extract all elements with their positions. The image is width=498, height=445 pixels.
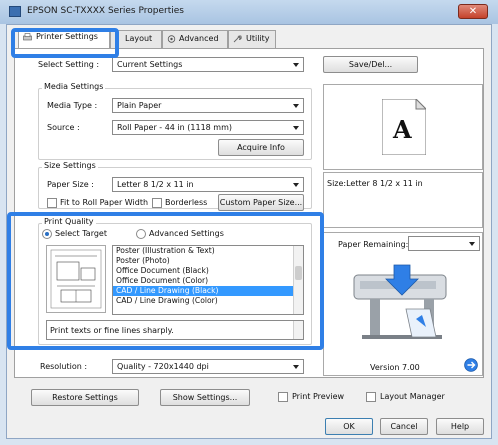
tab-label: Advanced xyxy=(179,34,219,43)
printer-icon xyxy=(9,6,21,17)
paper-size-value: Letter 8 1/2 x 11 in xyxy=(117,180,194,189)
paper-size-combo[interactable]: Letter 8 1/2 x 11 in xyxy=(112,177,304,192)
chevron-down-icon xyxy=(469,242,475,246)
select-setting-label: Select Setting : xyxy=(38,60,100,69)
print-preview-checkbox[interactable] xyxy=(278,392,288,402)
save-del-button[interactable]: Save/Del... xyxy=(323,56,418,73)
paper-remaining-combo[interactable] xyxy=(408,236,480,251)
wrench-icon xyxy=(233,35,242,43)
media-type-combo[interactable]: Plain Paper xyxy=(112,98,304,113)
fit-to-roll-checkbox[interactable] xyxy=(47,198,57,208)
properties-window: EPSON SC-TXXXX Series Properties ✕ Print… xyxy=(0,0,498,445)
restore-settings-button[interactable]: Restore Settings xyxy=(31,389,139,406)
show-settings-button[interactable]: Show Settings... xyxy=(160,389,250,406)
chevron-down-icon xyxy=(293,365,299,369)
paper-size-label: Paper Size : xyxy=(47,180,94,189)
media-preview: A xyxy=(323,84,483,170)
tab-label: Utility xyxy=(246,34,270,43)
advanced-icon xyxy=(167,35,176,43)
close-button[interactable]: ✕ xyxy=(458,4,488,19)
fit-to-roll-label: Fit to Roll Paper Width xyxy=(60,198,149,207)
version-text: Version 7.00 xyxy=(370,363,420,372)
chevron-down-icon xyxy=(293,104,299,108)
resolution-combo[interactable]: Quality - 720x1440 dpi xyxy=(112,359,304,374)
media-type-value: Plain Paper xyxy=(117,101,162,110)
chevron-down-icon xyxy=(293,126,299,130)
paper-remaining-label: Paper Remaining: xyxy=(338,240,409,249)
printer-status-panel: Paper Remaining: Version 7.00 xyxy=(323,232,483,376)
borderless-checkbox[interactable] xyxy=(152,198,162,208)
tab-highlight-frame xyxy=(11,28,119,58)
custom-paper-size-button[interactable]: Custom Paper Size... xyxy=(218,194,304,211)
size-info-text: Size:Letter 8 1/2 x 11 in xyxy=(327,179,423,188)
select-setting-combo[interactable]: Current Settings xyxy=(112,57,304,72)
ok-button[interactable]: OK xyxy=(325,418,373,435)
window-title: EPSON SC-TXXXX Series Properties xyxy=(27,6,184,16)
source-combo[interactable]: Roll Paper - 44 in (1118 mm) xyxy=(112,120,304,135)
chevron-down-icon xyxy=(293,183,299,187)
select-setting-value: Current Settings xyxy=(117,60,183,69)
tab-advanced[interactable]: Advanced xyxy=(162,30,228,48)
media-type-label: Media Type : xyxy=(47,101,98,110)
paper-orientation-glyph: A xyxy=(393,115,412,144)
update-icon[interactable] xyxy=(464,358,478,372)
source-label: Source : xyxy=(47,123,80,132)
help-button[interactable]: Help xyxy=(436,418,484,435)
borderless-label: Borderless xyxy=(165,198,208,207)
tab-utility[interactable]: Utility xyxy=(228,30,276,48)
acquire-info-button[interactable]: Acquire Info xyxy=(218,139,304,156)
print-preview-label: Print Preview xyxy=(292,392,345,401)
resolution-label: Resolution : xyxy=(40,362,88,371)
large-format-printer-icon xyxy=(353,264,447,339)
source-value: Roll Paper - 44 in (1118 mm) xyxy=(117,123,232,132)
chevron-down-icon xyxy=(293,63,299,67)
layout-manager-checkbox[interactable] xyxy=(366,392,376,402)
print-quality-highlight-frame xyxy=(7,212,324,350)
size-info-box: Size:Letter 8 1/2 x 11 in xyxy=(323,172,483,228)
size-settings-title: Size Settings xyxy=(42,161,98,170)
cancel-button[interactable]: Cancel xyxy=(380,418,428,435)
layout-manager-label: Layout Manager xyxy=(380,392,445,401)
media-settings-title: Media Settings xyxy=(42,82,106,91)
title-bar[interactable]: EPSON SC-TXXXX Series Properties ✕ xyxy=(0,0,498,24)
tab-label: Layout xyxy=(125,34,153,43)
resolution-value: Quality - 720x1440 dpi xyxy=(117,362,209,371)
